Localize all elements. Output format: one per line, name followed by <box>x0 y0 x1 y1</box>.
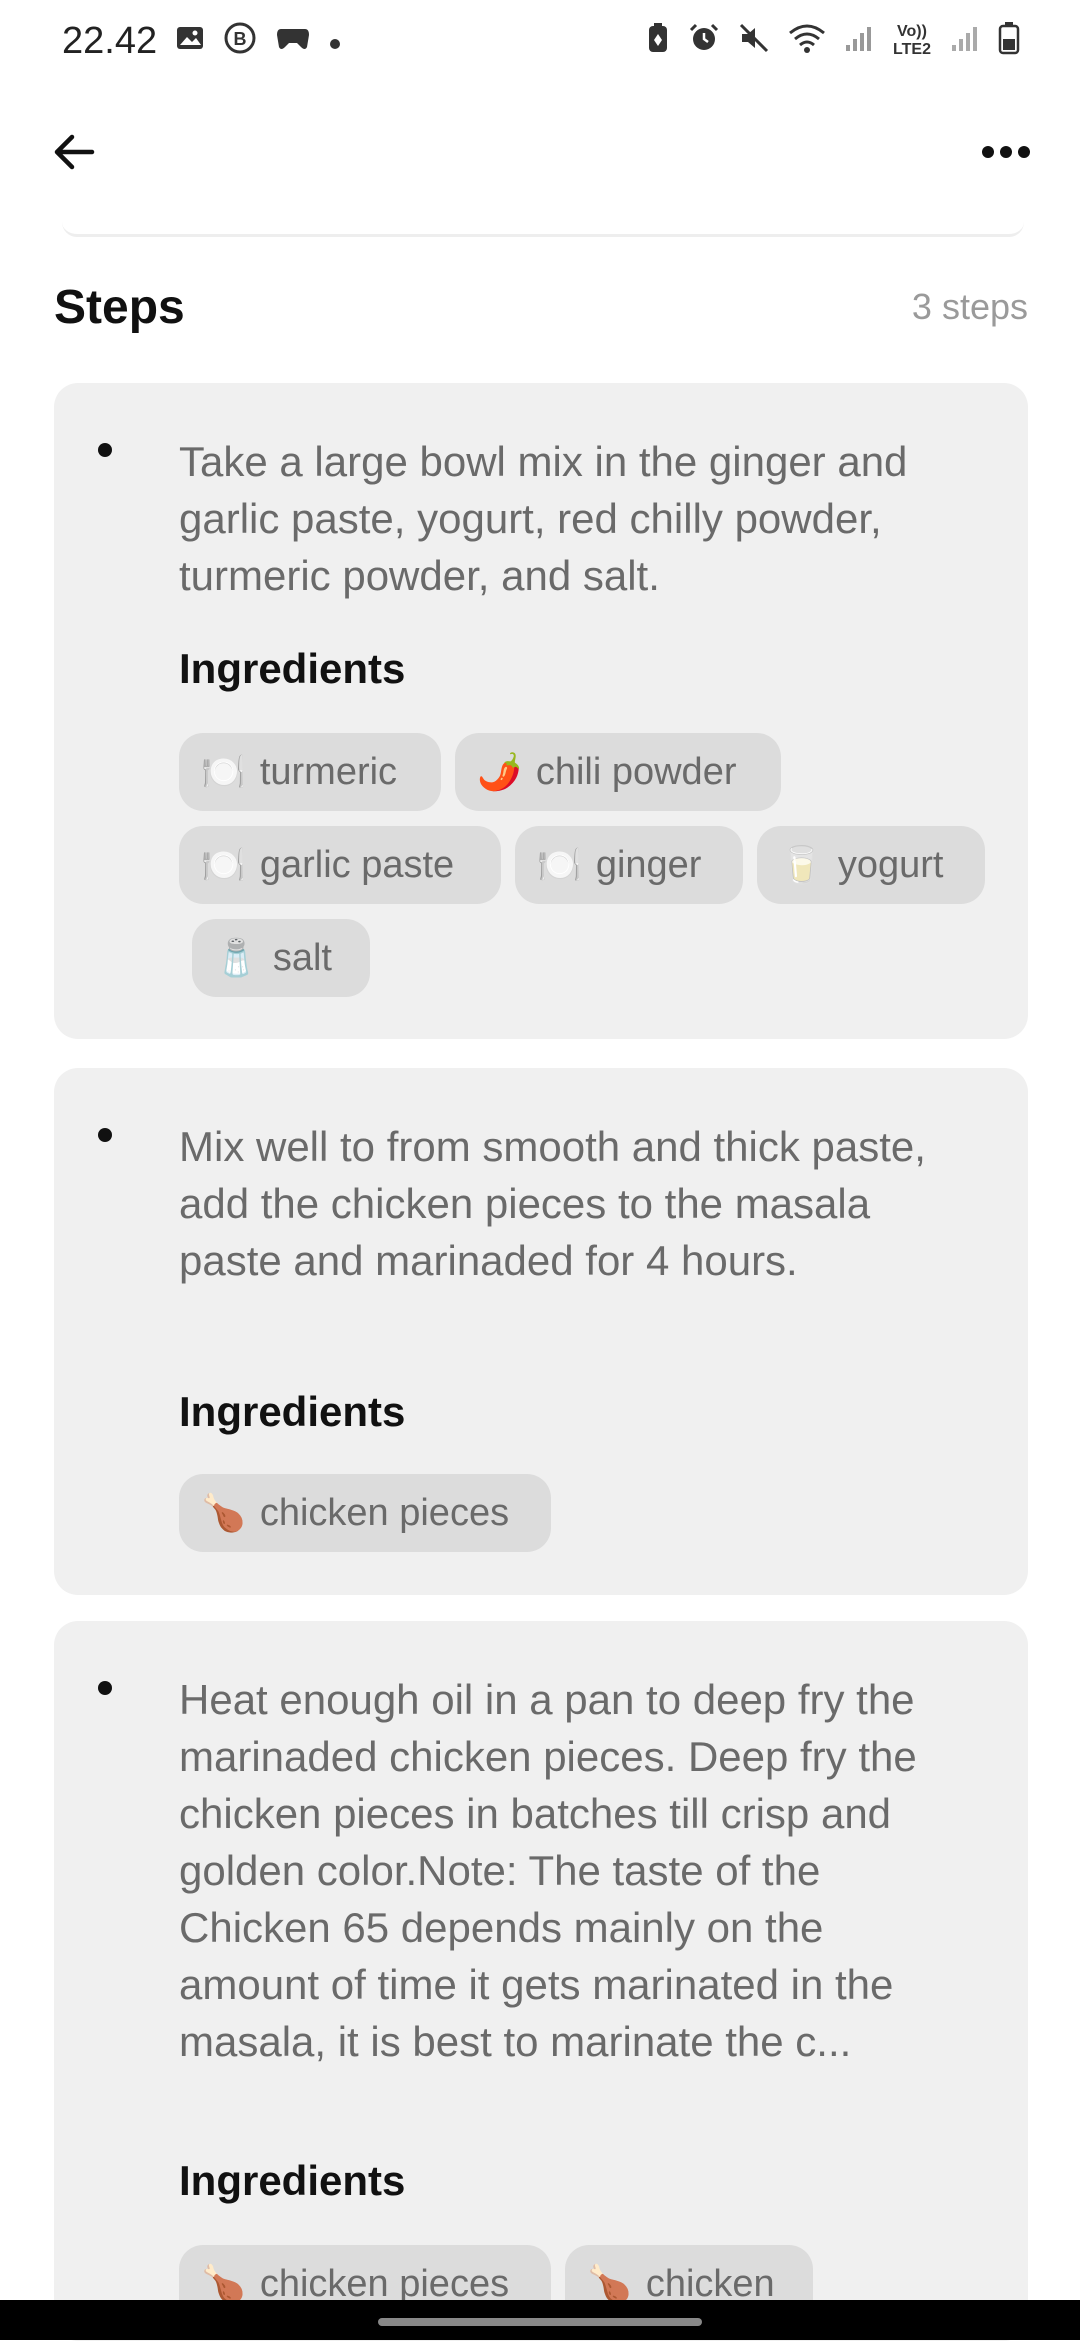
ingredients-title: Ingredients <box>179 645 406 692</box>
status-right: Vo)) LTE2 <box>646 21 1020 61</box>
step-card-2: Mix well to from smooth and thick paste,… <box>54 1068 1028 1595</box>
milk-glass-icon: 🥛 <box>779 844 824 885</box>
ingredients-title: Ingredients <box>179 2157 406 2204</box>
game-controller-icon <box>275 23 311 59</box>
app-bar <box>0 110 1080 206</box>
ingredient-chip[interactable]: 🍽️ ginger <box>515 826 743 904</box>
ingredients-chips: 🍗 chicken pieces <box>179 1474 999 1554</box>
steps-title: Steps <box>54 280 185 334</box>
steps-header: Steps 3 steps <box>54 272 1028 342</box>
ingredient-name: chili powder <box>535 750 737 793</box>
alarm-icon <box>688 22 720 60</box>
ingredient-name: garlic paste <box>259 843 455 886</box>
drumstick-icon: 🍗 <box>201 2263 246 2304</box>
svg-text:B: B <box>234 29 247 49</box>
ingredients-chips: 🍽️ turmeric 🌶️ chili powder 🍽️ garlic pa… <box>179 733 999 1003</box>
wifi-icon <box>788 22 826 60</box>
plate-icon: 🍽️ <box>537 844 582 885</box>
signal-icon-2 <box>950 23 980 59</box>
section-divider <box>62 222 1024 237</box>
ingredient-chip[interactable]: 🍗 chicken pieces <box>179 1474 551 1552</box>
home-gesture-handle[interactable] <box>378 2318 702 2326</box>
mute-icon <box>738 22 770 60</box>
step-card-3: Heat enough oil in a pan to deep fry the… <box>54 1621 1028 2341</box>
volte-label: Vo)) LTE2 <box>893 23 931 58</box>
ingredient-chip[interactable]: 🥛 yogurt <box>757 826 985 904</box>
ingredient-chip[interactable]: 🧂 salt <box>192 919 370 997</box>
step-text: Mix well to from smooth and thick paste,… <box>179 1123 926 1284</box>
chili-icon: 🌶️ <box>477 751 522 792</box>
ingredient-name: turmeric <box>259 750 398 793</box>
b-badge-icon: B <box>223 21 257 61</box>
ingredient-chip[interactable]: 🍽️ turmeric <box>179 733 441 811</box>
step-bullet <box>98 1681 112 1695</box>
step-text: Take a large bowl mix in the ginger and … <box>179 438 908 599</box>
more-horizontal-icon <box>981 145 1031 164</box>
ingredient-chip[interactable]: 🍽️ garlic paste <box>179 826 501 904</box>
ingredient-name: chicken pieces <box>259 1491 510 1534</box>
ingredient-chip[interactable]: 🌶️ chili powder <box>455 733 781 811</box>
dot-icon <box>329 26 341 56</box>
ingredient-name: ginger <box>595 843 702 886</box>
status-bar: 22.42 B Vo)) LTE2 <box>0 0 1080 82</box>
volte-icon: Vo)) LTE2 <box>892 23 932 59</box>
status-left: 22.42 B <box>62 20 341 63</box>
step-bullet <box>98 443 112 457</box>
drumstick-icon: 🍗 <box>201 1492 246 1533</box>
more-options-button[interactable] <box>976 124 1036 184</box>
step-text: Heat enough oil in a pan to deep fry the… <box>179 1676 917 2065</box>
step-bullet <box>98 1128 112 1142</box>
image-icon <box>175 23 205 59</box>
plate-icon: 🍽️ <box>201 844 246 885</box>
signal-icon <box>844 23 874 59</box>
steps-count: 3 steps <box>911 286 1028 327</box>
salt-shaker-icon: 🧂 <box>214 937 259 978</box>
system-nav-bar <box>0 2300 1080 2340</box>
ingredient-name: salt <box>272 936 332 979</box>
plate-icon: 🍽️ <box>201 751 246 792</box>
battery-saver-icon <box>646 22 670 60</box>
battery-icon <box>998 21 1020 61</box>
step-card-1: Take a large bowl mix in the ginger and … <box>54 383 1028 1039</box>
status-time: 22.42 <box>62 19 158 62</box>
ingredient-name: yogurt <box>837 843 944 886</box>
ingredients-title: Ingredients <box>179 1388 406 1435</box>
arrow-left-icon <box>50 128 98 181</box>
back-button[interactable] <box>44 124 104 184</box>
drumstick-icon: 🍗 <box>587 2263 632 2304</box>
